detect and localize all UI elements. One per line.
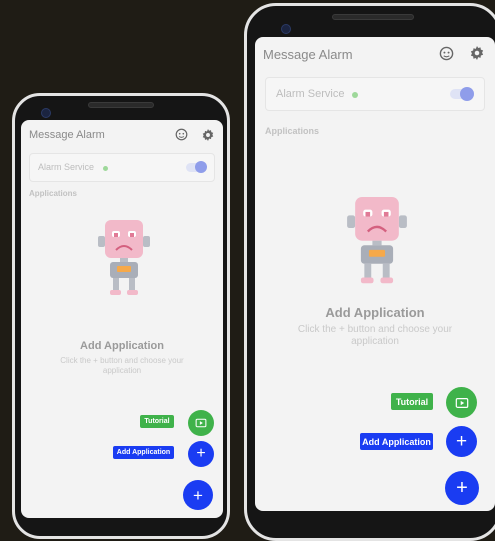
add-application-chip[interactable]: Add Application (113, 446, 174, 459)
phone-large: Message Alarm Alarm Service Applications… (244, 3, 495, 541)
tutorial-chip[interactable]: Tutorial (391, 393, 433, 410)
phone-small: Message Alarm Alarm Service Applications… (12, 93, 230, 539)
app-screen: Message Alarm Alarm Service Applications… (255, 37, 495, 511)
empty-state-title: Add Application (80, 340, 164, 352)
camera (41, 108, 51, 118)
video-icon (455, 397, 468, 408)
alarm-service-card[interactable]: Alarm Service (29, 153, 215, 182)
service-toggle-knob (195, 161, 207, 173)
empty-state-title: Add Application (325, 305, 425, 320)
gear-icon[interactable] (202, 128, 214, 146)
tutorial-chip[interactable]: Tutorial (140, 415, 174, 428)
empty-state-description: Click the + button and choose your appli… (297, 324, 453, 347)
robot-face-icon[interactable] (175, 128, 188, 146)
alarm-service-card[interactable]: Alarm Service (265, 77, 485, 111)
gear-icon[interactable] (470, 46, 484, 65)
app-title: Message Alarm (29, 129, 105, 141)
add-application-fab[interactable]: + (188, 441, 214, 467)
video-icon (195, 418, 207, 428)
add-application-fab[interactable]: + (446, 426, 477, 457)
alarm-service-label: Alarm Service (276, 88, 345, 100)
add-application-chip[interactable]: Add Application (360, 433, 433, 450)
plus-icon: + (193, 485, 203, 505)
robot-face-icon[interactable] (439, 46, 454, 66)
main-fab[interactable]: + (183, 480, 213, 510)
status-dot (103, 166, 108, 171)
main-fab[interactable]: + (445, 471, 479, 505)
plus-icon: + (456, 477, 468, 499)
applications-header: Applications (265, 126, 320, 136)
app-title: Message Alarm (263, 47, 353, 62)
plus-icon: + (196, 445, 206, 462)
tutorial-fab[interactable] (188, 410, 214, 436)
camera (281, 24, 291, 34)
empty-robot-illustration (347, 197, 407, 294)
alarm-service-label: Alarm Service (38, 162, 95, 172)
speaker (332, 14, 414, 20)
empty-robot-illustration (98, 220, 150, 305)
speaker (88, 102, 154, 108)
status-dot (352, 92, 358, 98)
app-bar: Message Alarm (255, 37, 495, 71)
app-bar: Message Alarm (21, 120, 223, 150)
plus-icon: + (455, 431, 468, 452)
empty-state-description: Click the + button and choose your appli… (60, 356, 184, 375)
app-screen: Message Alarm Alarm Service Applications… (21, 120, 223, 518)
applications-header: Applications (29, 189, 78, 198)
tutorial-fab[interactable] (446, 387, 477, 418)
service-toggle-knob (460, 87, 474, 101)
